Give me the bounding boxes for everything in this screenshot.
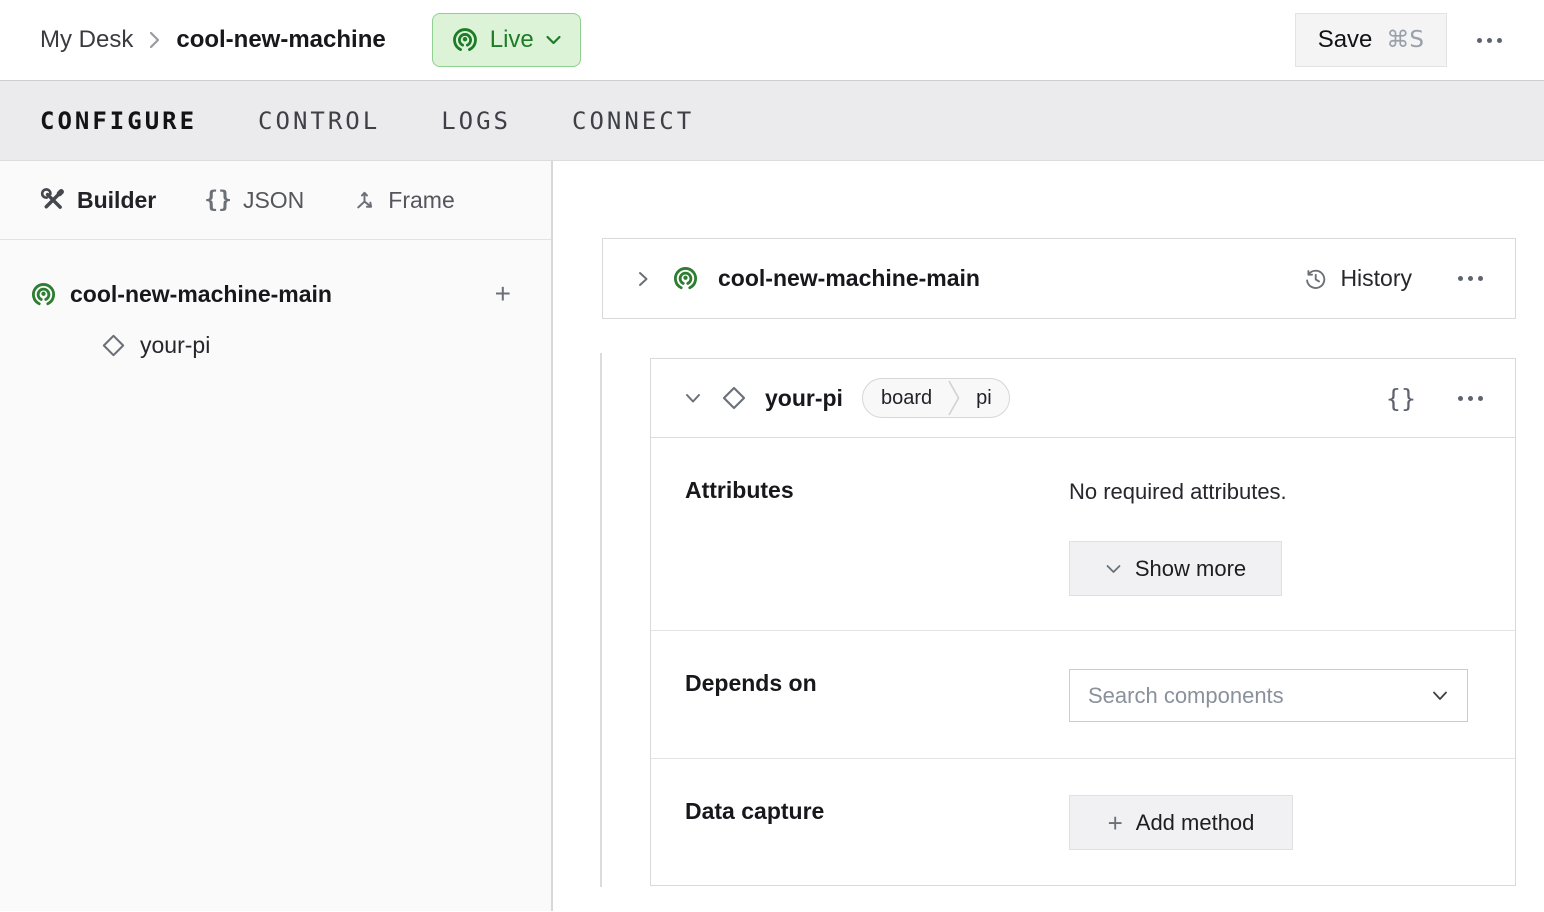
attributes-label: Attributes bbox=[685, 477, 794, 503]
header-actions: Save ⌘S bbox=[1294, 13, 1504, 67]
add-component-button[interactable]: + bbox=[489, 279, 517, 309]
chevron-down-icon bbox=[1431, 690, 1449, 702]
header-overflow-menu-button[interactable] bbox=[1475, 32, 1504, 49]
component-card-menu-button[interactable] bbox=[1456, 390, 1485, 407]
config-panel: cool-new-machine-main History your-pi bo… bbox=[553, 161, 1544, 911]
tree-item-component[interactable]: your-pi bbox=[100, 320, 517, 370]
breadcrumb-separator-icon bbox=[148, 29, 161, 51]
breadcrumb-parent[interactable]: My Desk bbox=[40, 26, 133, 54]
component-card-header: your-pi board pi {} bbox=[651, 359, 1515, 438]
chevron-right-icon[interactable] bbox=[633, 269, 653, 289]
save-button[interactable]: Save ⌘S bbox=[1294, 13, 1447, 67]
show-more-label: Show more bbox=[1134, 555, 1247, 581]
history-button[interactable]: History bbox=[1297, 264, 1418, 293]
component-diamond-icon bbox=[720, 384, 748, 412]
history-icon bbox=[1303, 266, 1328, 291]
mode-frame[interactable]: Frame bbox=[352, 186, 455, 214]
depends-on-label: Depends on bbox=[685, 670, 817, 696]
json-braces-icon: {} bbox=[204, 187, 232, 213]
tree-component-label: your-pi bbox=[140, 331, 211, 358]
mode-json-label: JSON bbox=[242, 186, 305, 213]
tab-connect[interactable]: CONNECT bbox=[572, 107, 694, 135]
view-mode-toolbar: Builder {} JSON Frame bbox=[0, 161, 551, 240]
save-button-label: Save bbox=[1317, 26, 1373, 53]
json-braces-icon[interactable]: {} bbox=[1380, 383, 1422, 414]
history-label: History bbox=[1340, 265, 1412, 291]
tree-item-machine[interactable]: cool-new-machine-main + bbox=[30, 268, 517, 320]
chevron-down-icon bbox=[545, 34, 562, 46]
mode-builder-label: Builder bbox=[77, 186, 157, 213]
mode-json[interactable]: {} JSON bbox=[204, 187, 304, 214]
attributes-section: Attributes No required attributes. Show … bbox=[651, 438, 1515, 631]
component-diamond-icon bbox=[100, 332, 127, 359]
content-area: Builder {} JSON Frame cool-new-machine-m… bbox=[0, 161, 1544, 911]
machine-part-icon bbox=[672, 265, 699, 292]
search-components-input[interactable] bbox=[1088, 682, 1431, 709]
tree-machine-label: cool-new-machine-main bbox=[70, 280, 332, 307]
sidebar: Builder {} JSON Frame cool-new-machine-m… bbox=[0, 161, 553, 911]
depends-on-section: Depends on bbox=[651, 631, 1515, 759]
component-type-pill: board pi bbox=[861, 378, 1010, 418]
frame-axes-icon bbox=[352, 188, 377, 213]
mode-frame-label: Frame bbox=[388, 186, 455, 213]
live-status-label: Live bbox=[489, 26, 534, 53]
tools-icon bbox=[40, 187, 66, 213]
app-header: My Desk cool-new-machine Live Save ⌘S bbox=[0, 0, 1544, 81]
save-shortcut-hint: ⌘S bbox=[1386, 27, 1424, 53]
live-status-badge[interactable]: Live bbox=[431, 13, 581, 67]
tab-control[interactable]: CONTROL bbox=[258, 107, 380, 135]
pill-divider-icon bbox=[947, 379, 961, 417]
breadcrumb: My Desk cool-new-machine bbox=[40, 26, 386, 54]
machine-tree: cool-new-machine-main + your-pi bbox=[0, 240, 551, 370]
plus-icon: + bbox=[1107, 807, 1123, 838]
machine-name-title: cool-new-machine bbox=[176, 26, 386, 53]
machine-card: cool-new-machine-main History bbox=[602, 238, 1516, 319]
tab-logs[interactable]: LOGS bbox=[441, 107, 511, 135]
component-type-tag: board bbox=[880, 386, 933, 409]
add-method-button[interactable]: + Add method bbox=[1069, 795, 1293, 850]
add-method-label: Add method bbox=[1135, 809, 1255, 835]
chevron-down-icon[interactable] bbox=[683, 388, 703, 408]
machine-part-icon bbox=[30, 281, 57, 308]
component-model-tag: pi bbox=[976, 386, 992, 409]
chevron-down-icon bbox=[1105, 563, 1122, 575]
mode-builder[interactable]: Builder bbox=[40, 187, 156, 214]
component-card: your-pi board pi {} Attributes No requir… bbox=[650, 358, 1516, 886]
tree-connector-line bbox=[600, 353, 602, 887]
attributes-empty-text: No required attributes. bbox=[1069, 479, 1287, 504]
machine-status-icon bbox=[451, 26, 479, 54]
show-more-button[interactable]: Show more bbox=[1069, 541, 1282, 596]
data-capture-label: Data capture bbox=[685, 798, 825, 824]
tab-configure[interactable]: CONFIGURE bbox=[40, 107, 197, 135]
machine-card-menu-button[interactable] bbox=[1456, 270, 1485, 287]
depends-on-select[interactable] bbox=[1069, 669, 1468, 722]
machine-card-title: cool-new-machine-main bbox=[718, 265, 980, 291]
main-tabbar: CONFIGURE CONTROL LOGS CONNECT bbox=[0, 81, 1544, 161]
component-card-title: your-pi bbox=[765, 384, 843, 411]
data-capture-section: Data capture + Add method bbox=[651, 759, 1515, 885]
